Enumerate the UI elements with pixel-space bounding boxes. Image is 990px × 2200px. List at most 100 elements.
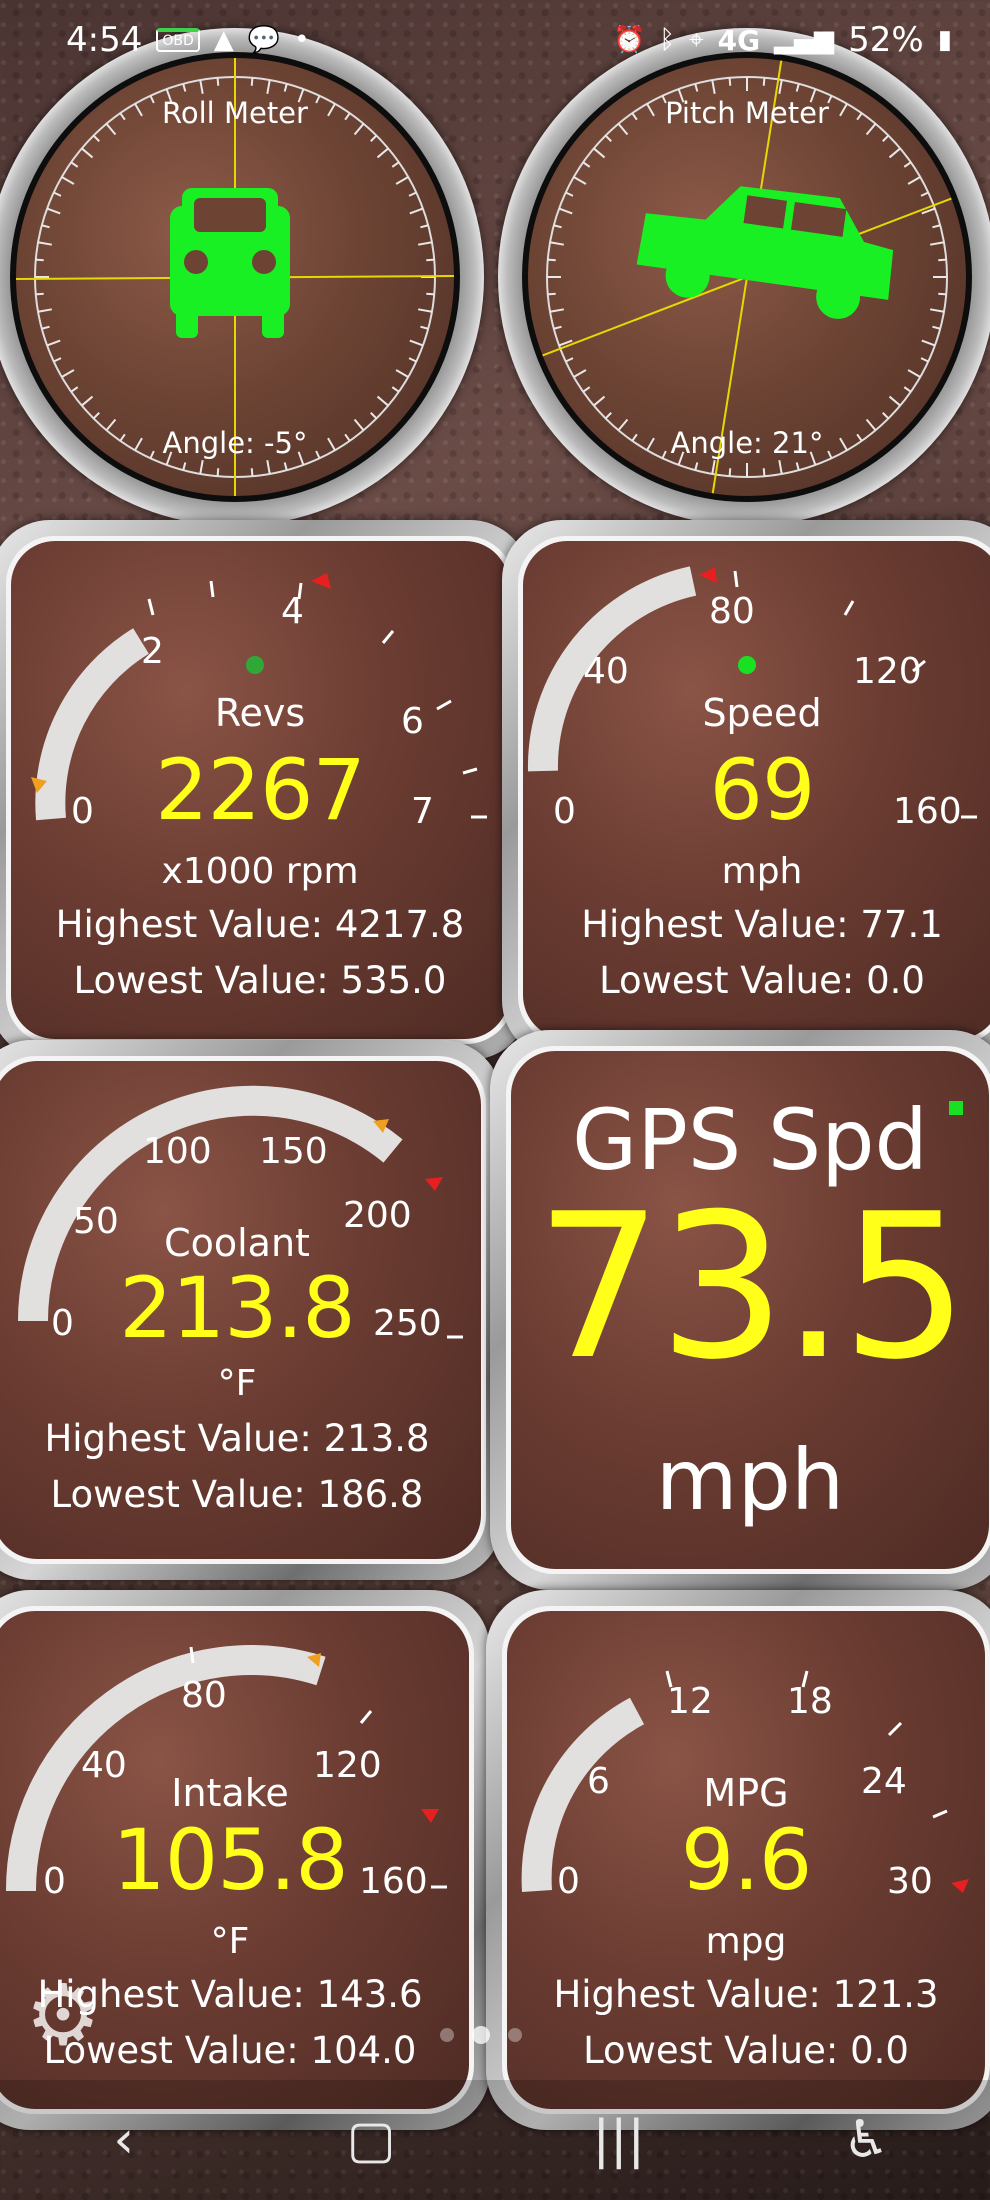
dial-tick	[409, 207, 424, 215]
dial-tick	[728, 468, 732, 477]
revs-highest: Highest Value: 4217.8	[55, 903, 465, 946]
dial-tick	[250, 468, 254, 477]
status-time: 4:54	[66, 20, 143, 60]
dial-tick	[762, 468, 766, 477]
coolant-gauge[interactable]: 0 50 100 150 200 250 Coolant 213.8 °F Hi…	[0, 1040, 502, 1580]
revs-unit: x1000 rpm	[161, 851, 359, 892]
dial-tick	[266, 460, 271, 475]
dial-tick	[604, 134, 612, 142]
home-icon[interactable]: ▢	[311, 2110, 431, 2170]
dot-icon: •	[294, 25, 310, 55]
car-front-icon	[170, 188, 290, 338]
dial-tick	[53, 191, 62, 197]
mpg-gauge-face: 0 6 12 18 24 30 MPG 9.6 mpg Highest Valu…	[507, 1611, 985, 2109]
dial-tick	[888, 147, 901, 159]
network-label: 4G	[717, 23, 761, 57]
dial-tick	[420, 224, 429, 229]
dial-tick	[92, 412, 100, 420]
dial-tick	[565, 191, 574, 197]
dial-tick	[370, 412, 378, 420]
roll-meter[interactable]: Roll Meter Angle: -5°	[0, 28, 484, 526]
dial-tick	[370, 134, 378, 142]
dial-tick	[573, 369, 587, 378]
dial-tick	[41, 224, 50, 229]
mpg-unit: mpg	[705, 1921, 787, 1962]
accessibility-icon[interactable]: ♿	[806, 2110, 926, 2170]
coolant-scale-100: 100	[143, 1131, 212, 1172]
pitch-meter-face: Pitch Meter Angle: 21°	[522, 52, 972, 502]
gps-speed-value: 73.5	[535, 1171, 968, 1404]
dial-tick	[418, 241, 433, 246]
dial-tick	[778, 460, 783, 475]
settings-gear-icon[interactable]: ⚙	[18, 1970, 108, 2060]
coolant-unit: °F	[217, 1363, 257, 1404]
dial-tick	[376, 395, 389, 407]
speed-highest: Highest Value: 77.1	[581, 903, 943, 946]
dial-tick	[938, 292, 947, 296]
gps-speed-gauge[interactable]: GPS Spd 73.5 mph	[490, 1030, 990, 1590]
intake-value: 105.8	[112, 1811, 348, 1909]
speed-lowest: Lowest Value: 0.0	[599, 959, 925, 1002]
battery-icon: ▮	[937, 25, 952, 55]
dial-tick	[199, 79, 204, 94]
dial-tick	[549, 241, 564, 246]
dial-tick	[376, 147, 389, 159]
dial-tick	[61, 176, 75, 185]
dial-tick	[46, 207, 61, 215]
navigation-bar: ‹ ▢ ||| ♿	[0, 2080, 990, 2200]
dial-tick	[553, 224, 562, 229]
dial-tick	[199, 460, 204, 475]
bluetooth-icon: ᛒ	[659, 25, 675, 55]
dial-tick	[41, 325, 50, 330]
gps-speed-face: GPS Spd 73.5 mph	[511, 1051, 989, 1569]
obd-icon: OBD	[156, 28, 200, 52]
dial-tick	[395, 369, 409, 378]
battery-percent: 52%	[848, 20, 924, 60]
dial-tick	[930, 308, 945, 313]
revs-value: 2267	[155, 741, 366, 839]
dial-tick	[35, 292, 44, 296]
revs-gauge-face: 0 2 4 6 7 Revs 2267 x1000 rpm Highest Va…	[11, 541, 509, 1039]
status-bar: 4:54 OBD ▲ 💬 • ⏰ ᛒ ⌖ 4G ▂▄▆ 52% ▮	[0, 0, 990, 80]
dial-tick	[573, 176, 587, 185]
dial-tick	[266, 79, 271, 94]
dial-tick	[582, 386, 591, 393]
alarm-icon: ⏰	[613, 25, 646, 55]
dial-tick	[920, 191, 929, 197]
pitch-meter[interactable]: Pitch Meter Angle: 21°	[498, 28, 990, 526]
pitch-meter-angle: Angle: 21°	[670, 426, 824, 460]
roll-meter-title: Roll Meter	[162, 96, 308, 130]
dial-tick	[418, 308, 433, 313]
dial-tick	[37, 241, 52, 246]
mpg-lowest: Lowest Value: 0.0	[583, 2029, 909, 2072]
dial-tick	[81, 147, 94, 159]
wechat-icon: 💬	[247, 25, 281, 55]
dial-tick	[395, 176, 409, 185]
intake-unit: °F	[210, 1921, 250, 1962]
speed-scale-120: 120	[853, 651, 922, 692]
dial-tick	[70, 161, 79, 168]
dial-tick	[903, 386, 912, 393]
dial-tick	[938, 258, 947, 262]
speed-gauge[interactable]: 0 40 80 120 160 Speed 69 mph Highest Val…	[502, 520, 990, 1060]
dial-tick	[903, 161, 912, 168]
revs-gauge[interactable]: 0 2 4 6 7 Revs 2267 x1000 rpm Highest Va…	[0, 520, 530, 1060]
dial-tick	[92, 134, 100, 142]
dial-tick	[182, 83, 187, 92]
dial-tick	[283, 462, 288, 471]
intake-scale-80: 80	[181, 1675, 227, 1716]
recents-icon[interactable]: |||	[559, 2110, 679, 2170]
dial-tick	[932, 224, 941, 229]
back-icon[interactable]: ‹	[64, 2110, 184, 2170]
gps-speed-unit: mph	[655, 1431, 845, 1529]
speed-scale-80: 80	[709, 591, 755, 632]
dial-tick	[907, 369, 921, 378]
dial-tick	[711, 460, 716, 475]
dial-tick	[549, 308, 564, 313]
dial-tick	[593, 147, 606, 159]
dial-tick	[216, 468, 220, 477]
dial-tick	[409, 339, 424, 347]
mpg-gauge[interactable]: 0 6 12 18 24 30 MPG 9.6 mpg Highest Valu…	[486, 1590, 990, 2130]
dial-tick	[61, 369, 75, 378]
speed-unit: mph	[721, 851, 803, 892]
